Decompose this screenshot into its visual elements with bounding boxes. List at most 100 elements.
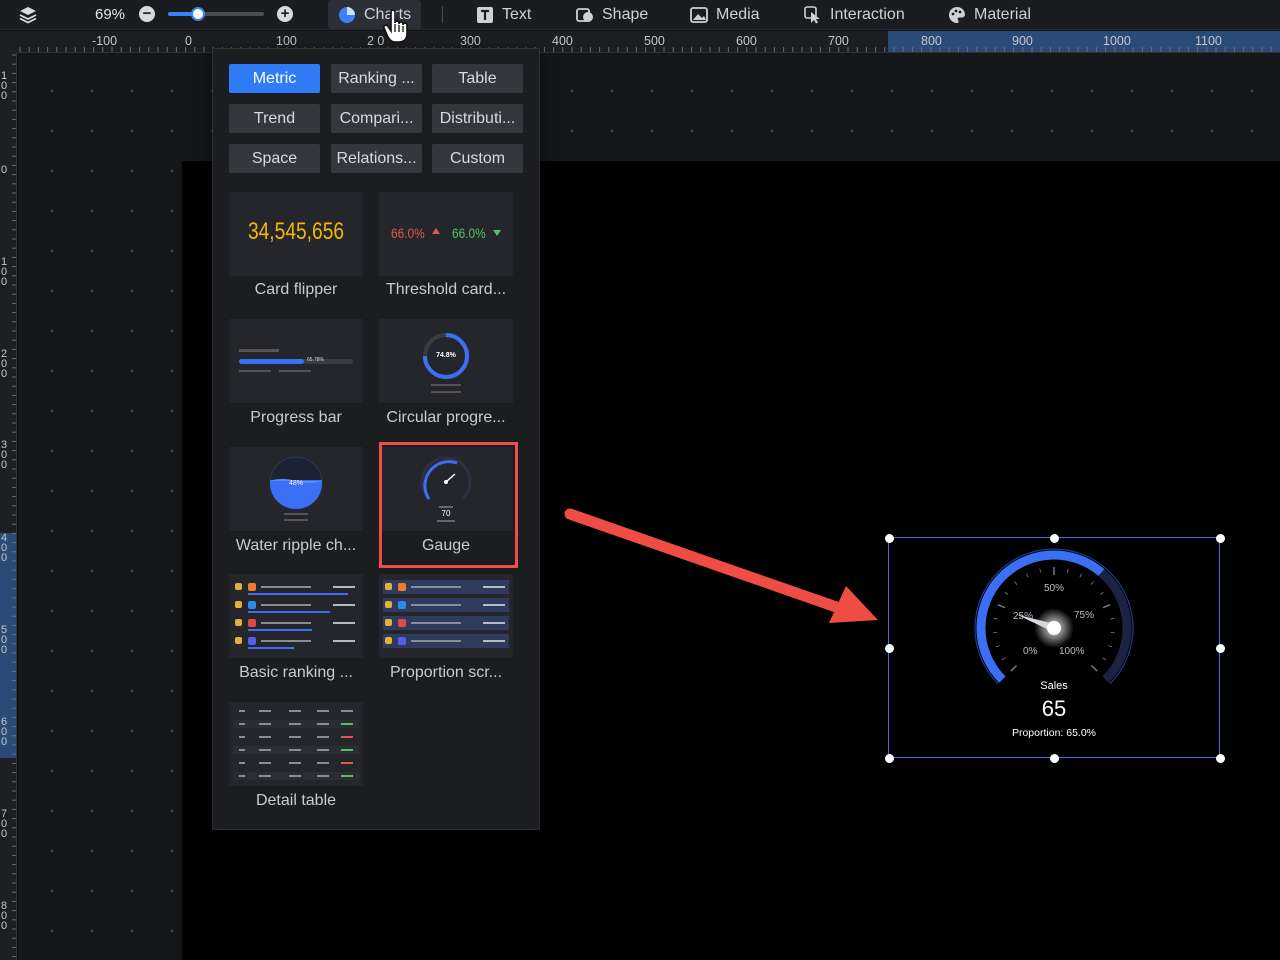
category-relations[interactable]: Relations... bbox=[331, 144, 422, 173]
category-trend[interactable]: Trend bbox=[229, 104, 320, 133]
resize-handle-bottom-right[interactable] bbox=[1215, 753, 1225, 763]
zoom-slider-thumb[interactable] bbox=[190, 7, 205, 21]
resize-handle-right[interactable] bbox=[1215, 643, 1225, 653]
rank-bar bbox=[248, 647, 294, 649]
zoom-slider[interactable] bbox=[168, 7, 264, 21]
table-cell bbox=[341, 749, 353, 751]
progress-caption-line bbox=[239, 349, 279, 352]
gauge-tick bbox=[1090, 664, 1098, 672]
rank-avatar-icon bbox=[398, 637, 406, 645]
ruler-label: 4 0 0 bbox=[0, 532, 8, 564]
plus-circle-icon[interactable]: + bbox=[277, 6, 293, 22]
widget-progress-bar[interactable]: 65.78% bbox=[229, 319, 363, 403]
widget-water-ripple[interactable]: 48% bbox=[229, 447, 363, 531]
tab-material[interactable]: Material bbox=[948, 0, 1031, 29]
category-space[interactable]: Space bbox=[229, 144, 320, 173]
table-cell bbox=[259, 736, 271, 738]
rank-text-line bbox=[261, 586, 311, 588]
resize-handle-bottom-left[interactable] bbox=[884, 753, 894, 763]
gauge-tick-label: 50% bbox=[1044, 583, 1065, 594]
table-cell bbox=[259, 749, 271, 751]
ruler-label: 900 bbox=[1012, 34, 1033, 48]
widget-progress-bar-label: Progress bar bbox=[250, 409, 342, 426]
widget-water-ripple-label: Water ripple ch... bbox=[235, 537, 357, 554]
gauge-tick bbox=[997, 604, 1006, 609]
widget-proportion-screen-label: Proportion scr... bbox=[389, 664, 503, 681]
gauge-tick bbox=[1010, 664, 1018, 672]
tab-interaction[interactable]: Interaction bbox=[804, 0, 905, 29]
ruler-label: 700 bbox=[828, 34, 849, 48]
category-custom[interactable]: Custom bbox=[432, 144, 523, 173]
table-row bbox=[233, 733, 359, 741]
category-ranking[interactable]: Ranking ... bbox=[331, 64, 422, 93]
ruler-label: 600 bbox=[736, 34, 757, 48]
tab-shape[interactable]: Shape bbox=[576, 0, 648, 29]
threshold-down-value: 66.0% bbox=[452, 225, 486, 241]
water-ripple-ball bbox=[269, 456, 323, 521]
rank-badge-icon bbox=[235, 637, 242, 644]
gauge-tick bbox=[1039, 568, 1042, 573]
table-cell bbox=[289, 762, 301, 764]
progress-caption-line bbox=[279, 370, 311, 372]
table-cell bbox=[317, 762, 329, 764]
hand-cursor-icon bbox=[383, 9, 408, 43]
widget-circular-progress[interactable]: 74.8% bbox=[379, 319, 513, 403]
gauge-tick bbox=[1001, 657, 1006, 661]
gauge-tick bbox=[1102, 604, 1111, 609]
rank-badge-icon bbox=[385, 637, 392, 644]
widget-circular-progress-label: Circular progre... bbox=[386, 409, 506, 426]
rank-text-line bbox=[261, 640, 311, 642]
ruler-label: 8 0 0 bbox=[0, 900, 8, 932]
rank-text-line bbox=[411, 604, 461, 606]
table-cell bbox=[341, 762, 353, 764]
minus-circle-icon[interactable]: − bbox=[139, 6, 155, 22]
resize-handle-left[interactable] bbox=[884, 643, 894, 653]
ruler-label: 1000 bbox=[1103, 34, 1131, 48]
gauge-tick bbox=[1014, 581, 1018, 585]
table-row bbox=[233, 707, 359, 715]
circular-progress-value: 74.8% bbox=[436, 352, 456, 359]
category-table[interactable]: Table bbox=[432, 64, 523, 93]
rank-badge-icon bbox=[235, 601, 242, 608]
table-row bbox=[233, 746, 359, 754]
ruler-label: 1 0 0 bbox=[0, 256, 8, 288]
widget-proportion-screen[interactable] bbox=[379, 574, 513, 658]
widget-card-flipper[interactable]: 34,545,656 bbox=[229, 192, 363, 276]
table-cell bbox=[317, 710, 329, 712]
ruler-label: 100 bbox=[276, 34, 297, 48]
category-metric[interactable]: Metric bbox=[229, 64, 320, 93]
rank-badge-icon bbox=[385, 601, 392, 608]
tab-media-label: Media bbox=[716, 5, 760, 23]
table-cell bbox=[341, 736, 353, 738]
rank-badge-icon bbox=[235, 583, 242, 590]
table-cell bbox=[239, 775, 245, 777]
tab-text[interactable]: Text bbox=[476, 0, 531, 29]
table-cell bbox=[341, 775, 353, 777]
gauge-tick bbox=[995, 645, 1000, 648]
horizontal-ruler[interactable]: -100 0 100 2 0 300 400 500 600 700 800 9… bbox=[18, 31, 1280, 53]
vertical-ruler[interactable]: 1 0 0 0 1 0 0 2 0 0 3 0 0 4 0 0 5 0 0 6 … bbox=[0, 53, 17, 960]
rank-text-line bbox=[261, 622, 311, 624]
widget-threshold-card[interactable]: 66.0% 66.0% bbox=[379, 192, 513, 276]
resize-handle-bottom[interactable] bbox=[1049, 753, 1059, 763]
ruler-label: 0 bbox=[185, 34, 192, 48]
resize-handle-top-left[interactable] bbox=[884, 533, 894, 543]
table-cell bbox=[289, 775, 301, 777]
rank-badge-icon bbox=[235, 619, 242, 626]
gauge-tick bbox=[1090, 581, 1094, 585]
table-row bbox=[233, 720, 359, 728]
widget-basic-ranking[interactable] bbox=[229, 574, 363, 658]
category-comparison[interactable]: Compari... bbox=[331, 104, 422, 133]
widget-detail-table[interactable] bbox=[229, 702, 363, 786]
ruler-label: 400 bbox=[552, 34, 573, 48]
resize-handle-top-right[interactable] bbox=[1215, 533, 1225, 543]
gauge-proportion: Proportion: 65.0% bbox=[1011, 727, 1097, 739]
category-distribution[interactable]: Distributi... bbox=[432, 104, 523, 133]
layers-icon[interactable] bbox=[18, 6, 38, 24]
resize-handle-top[interactable] bbox=[1049, 533, 1059, 543]
rank-value-line bbox=[333, 622, 355, 624]
gauge-widget[interactable]: 0% 25% 50% 75% 100% Sales 65 Proportion:… bbox=[884, 533, 1225, 763]
tab-media[interactable]: Media bbox=[690, 0, 760, 29]
gauge-tick-label: 100% bbox=[1059, 646, 1085, 657]
rank-value-line bbox=[333, 586, 355, 588]
